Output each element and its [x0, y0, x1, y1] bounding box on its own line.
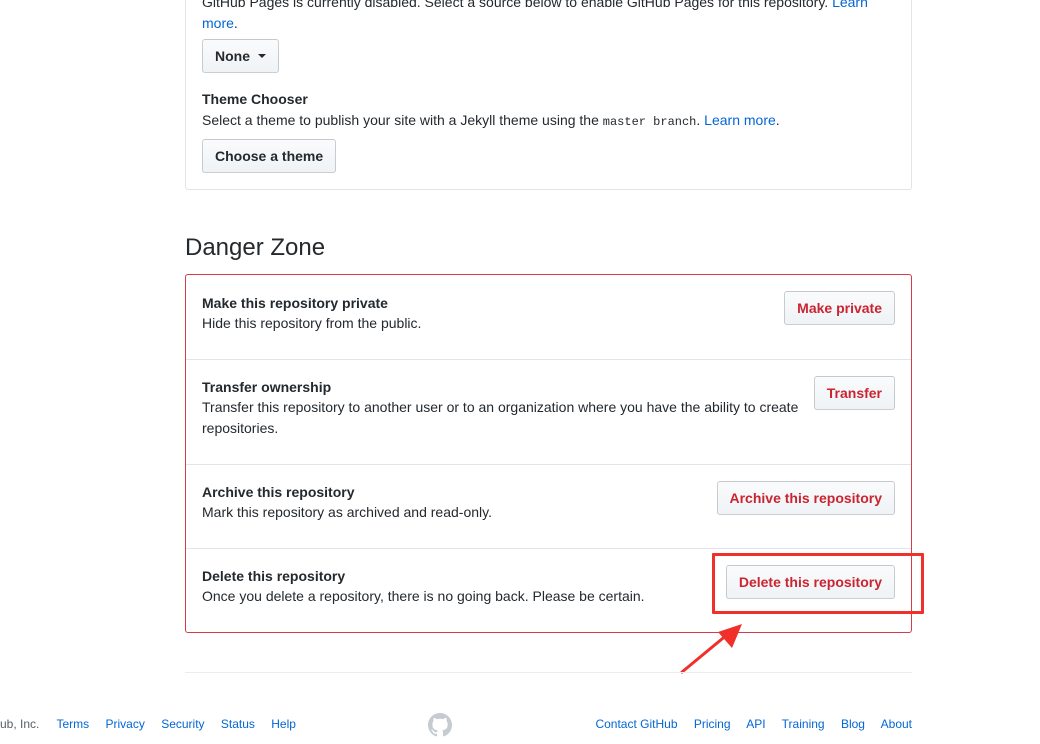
footer-left: ub, Inc. Terms Privacy Security Status H…	[0, 716, 309, 732]
footer-divider	[185, 672, 912, 673]
danger-row-desc: Transfer this repository to another user…	[202, 399, 799, 436]
theme-learn-more-link[interactable]: Learn more	[704, 112, 776, 128]
theme-desc-text: Select a theme to publish your site with…	[202, 112, 603, 128]
make-private-button[interactable]: Make private	[784, 291, 895, 325]
transfer-button[interactable]: Transfer	[813, 376, 895, 410]
theme-chooser-title: Theme Chooser	[202, 91, 308, 107]
danger-row-transfer: Transfer ownership Transfer this reposit…	[186, 359, 911, 464]
danger-row-title: Archive this repository	[202, 484, 355, 500]
footer-link-api[interactable]: API	[746, 717, 765, 731]
octocat-icon[interactable]	[428, 713, 452, 737]
footer-link-blog[interactable]: Blog	[841, 717, 865, 731]
choose-theme-button[interactable]: Choose a theme	[202, 139, 337, 173]
footer-right: Contact GitHub Pricing API Training Blog…	[595, 716, 912, 732]
footer-link-security[interactable]: Security	[161, 717, 204, 731]
footer-link-pricing[interactable]: Pricing	[694, 717, 731, 731]
pages-intro-text: GitHub Pages is currently disabled. Sele…	[202, 0, 829, 10]
red-arrow-icon	[680, 624, 742, 674]
footer-link-contact[interactable]: Contact GitHub	[595, 717, 677, 731]
danger-row-desc: Mark this repository as archived and rea…	[202, 504, 492, 520]
danger-row-archive: Archive this repository Mark this reposi…	[186, 464, 911, 548]
pages-intro: GitHub Pages is currently disabled. Sele…	[202, 0, 882, 34]
footer-link-status[interactable]: Status	[221, 717, 255, 731]
danger-row-title: Delete this repository	[202, 568, 346, 584]
footer-copyright: ub, Inc.	[0, 717, 40, 731]
caret-down-icon	[258, 54, 266, 58]
theme-chooser-desc: Select a theme to publish your site with…	[202, 112, 780, 129]
footer-link-about[interactable]: About	[881, 717, 912, 731]
highlight-box	[712, 553, 924, 614]
danger-row-desc: Once you delete a repository, there is n…	[202, 588, 645, 604]
danger-row-desc: Hide this repository from the public.	[202, 315, 422, 331]
danger-row-title: Transfer ownership	[202, 379, 332, 395]
footer-link-help[interactable]: Help	[271, 717, 296, 731]
theme-branch-code: master branch	[602, 115, 697, 129]
footer-link-privacy[interactable]: Privacy	[106, 717, 145, 731]
pages-source-value: None	[215, 48, 250, 64]
archive-repository-button[interactable]: Archive this repository	[716, 481, 895, 515]
danger-row-title: Make this repository private	[202, 295, 388, 311]
danger-zone-heading: Danger Zone	[185, 234, 326, 261]
danger-row-make-private: Make this repository private Hide this r…	[186, 275, 911, 359]
footer-link-training[interactable]: Training	[782, 717, 825, 731]
footer-link-terms[interactable]: Terms	[56, 717, 89, 731]
github-pages-section: GitHub Pages is currently disabled. Sele…	[185, 0, 912, 190]
pages-source-select[interactable]: None	[202, 39, 279, 73]
